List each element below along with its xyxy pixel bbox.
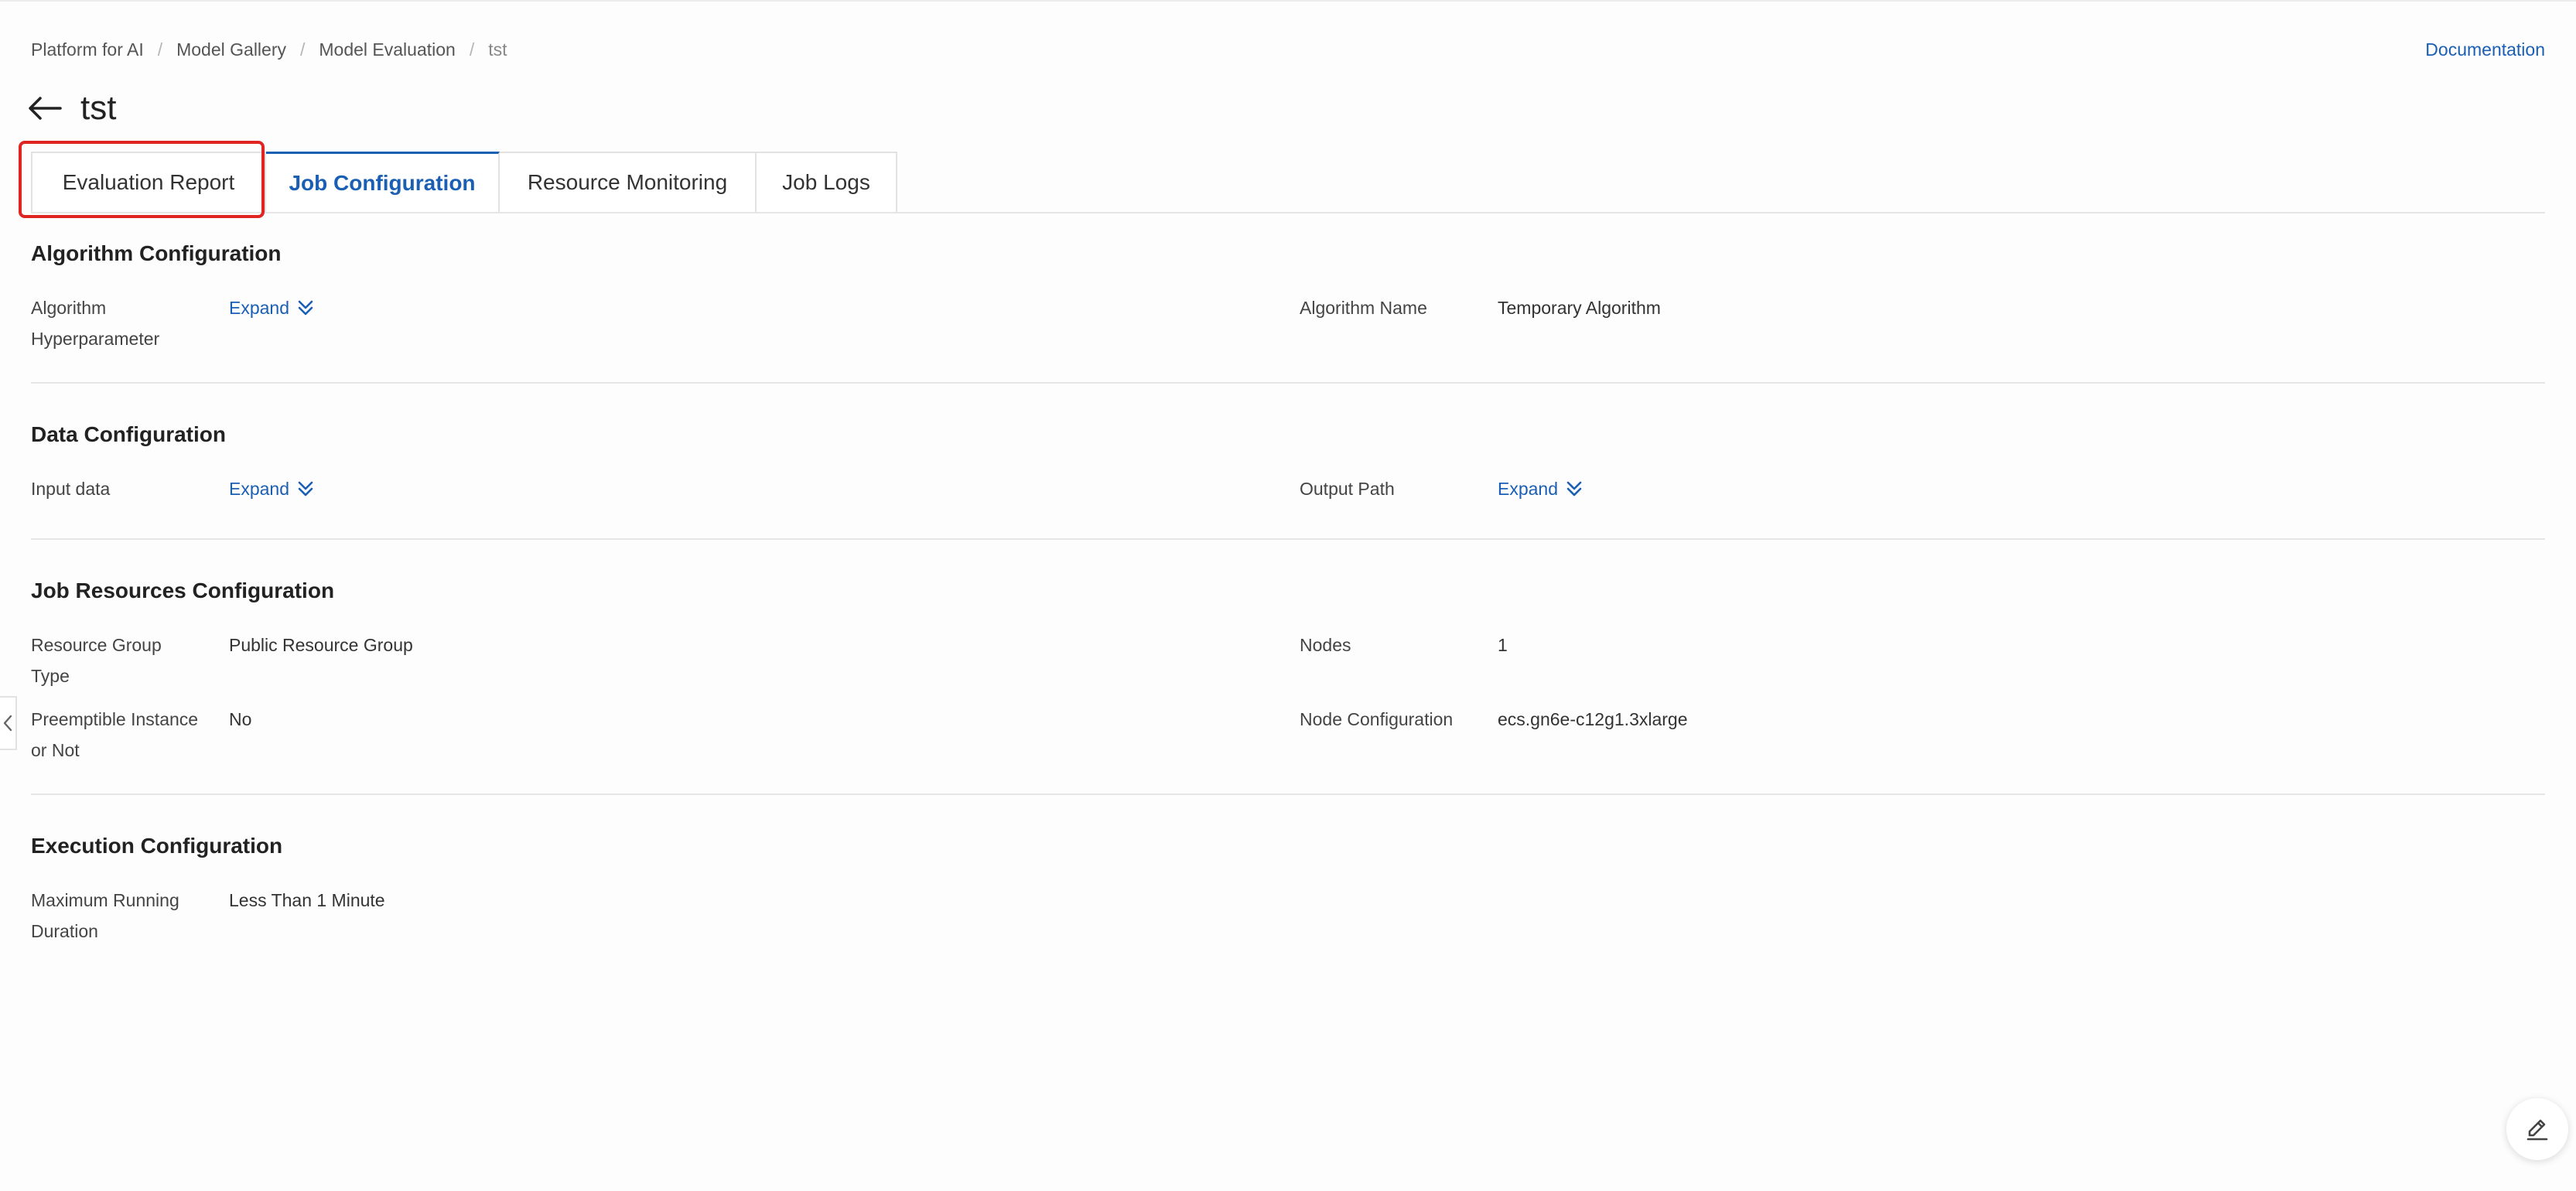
arrow-left-icon[interactable] [28, 93, 68, 124]
breadcrumb-model-evaluation[interactable]: Model Evaluation [319, 39, 455, 60]
breadcrumb-platform-for-ai[interactable]: Platform for AI [31, 39, 144, 60]
label-output-path: Output Path [1300, 479, 1395, 499]
section-title-execution: Execution Configuration [31, 834, 283, 858]
double-chevron-down-icon [1566, 481, 1582, 497]
label-input-data: Input data [31, 479, 111, 499]
label-maximum-running-duration: Maximum Running Duration [31, 890, 179, 941]
chevron-left-icon [3, 715, 12, 732]
section-title-resources: Job Resources Configuration [31, 578, 335, 602]
expand-hyperparameter-button[interactable]: Expand [229, 292, 314, 323]
sidebar-collapse-handle[interactable] [0, 696, 17, 750]
expand-label: Expand [1498, 479, 1559, 499]
label-algorithm-hyperparameter: Algorithm Hyperparameter [31, 298, 160, 349]
label-nodes: Nodes [1300, 635, 1351, 655]
section-divider [31, 538, 2545, 540]
tab-evaluation-report[interactable]: Evaluation Report [31, 152, 266, 212]
label-algorithm-name: Algorithm Name [1300, 298, 1427, 318]
tab-job-configuration[interactable]: Job Configuration [266, 152, 500, 212]
value-nodes: 1 [1498, 635, 1508, 655]
section-divider [31, 793, 2545, 795]
documentation-link[interactable]: Documentation [2425, 34, 2545, 65]
breadcrumb-separator: / [157, 39, 163, 60]
label-preemptible-instance: Preemptible Instance or Not [31, 709, 199, 760]
breadcrumb-model-gallery[interactable]: Model Gallery [176, 39, 286, 60]
expand-label: Expand [229, 479, 290, 499]
tab-underline [31, 212, 2545, 213]
double-chevron-down-icon [298, 481, 313, 497]
breadcrumb-current: tst [488, 39, 507, 60]
expand-label: Expand [229, 298, 290, 318]
value-maximum-running-duration: Less Than 1 Minute [229, 890, 385, 910]
section-title-algorithm: Algorithm Configuration [31, 241, 282, 265]
breadcrumb: Platform for AI / Model Gallery / Model … [31, 34, 507, 65]
label-resource-group-type: Resource Group Type [31, 635, 162, 686]
tab-bar: Evaluation Report Job Configuration Reso… [31, 152, 897, 213]
pencil-icon [2526, 1119, 2548, 1141]
title-row: tst [28, 84, 116, 133]
value-node-configuration: ecs.gn6e-c12g1.3xlarge [1498, 709, 1688, 729]
expand-output-path-button[interactable]: Expand [1498, 473, 1583, 504]
breadcrumb-separator: / [469, 39, 475, 60]
page-title: tst [80, 89, 117, 127]
value-algorithm-name: Temporary Algorithm [1498, 298, 1661, 318]
value-resource-group-type: Public Resource Group [229, 635, 413, 655]
section-title-data: Data Configuration [31, 422, 226, 446]
feedback-edit-button[interactable] [2506, 1098, 2568, 1160]
section-divider [31, 382, 2545, 384]
value-preemptible-instance: No [229, 709, 252, 729]
breadcrumb-separator: / [300, 39, 306, 60]
tab-resource-monitoring[interactable]: Resource Monitoring [500, 152, 757, 212]
expand-input-data-button[interactable]: Expand [229, 473, 314, 504]
double-chevron-down-icon [298, 300, 313, 316]
label-node-configuration: Node Configuration [1300, 709, 1454, 729]
top-border [0, 0, 2576, 2]
tab-job-logs[interactable]: Job Logs [757, 152, 897, 212]
